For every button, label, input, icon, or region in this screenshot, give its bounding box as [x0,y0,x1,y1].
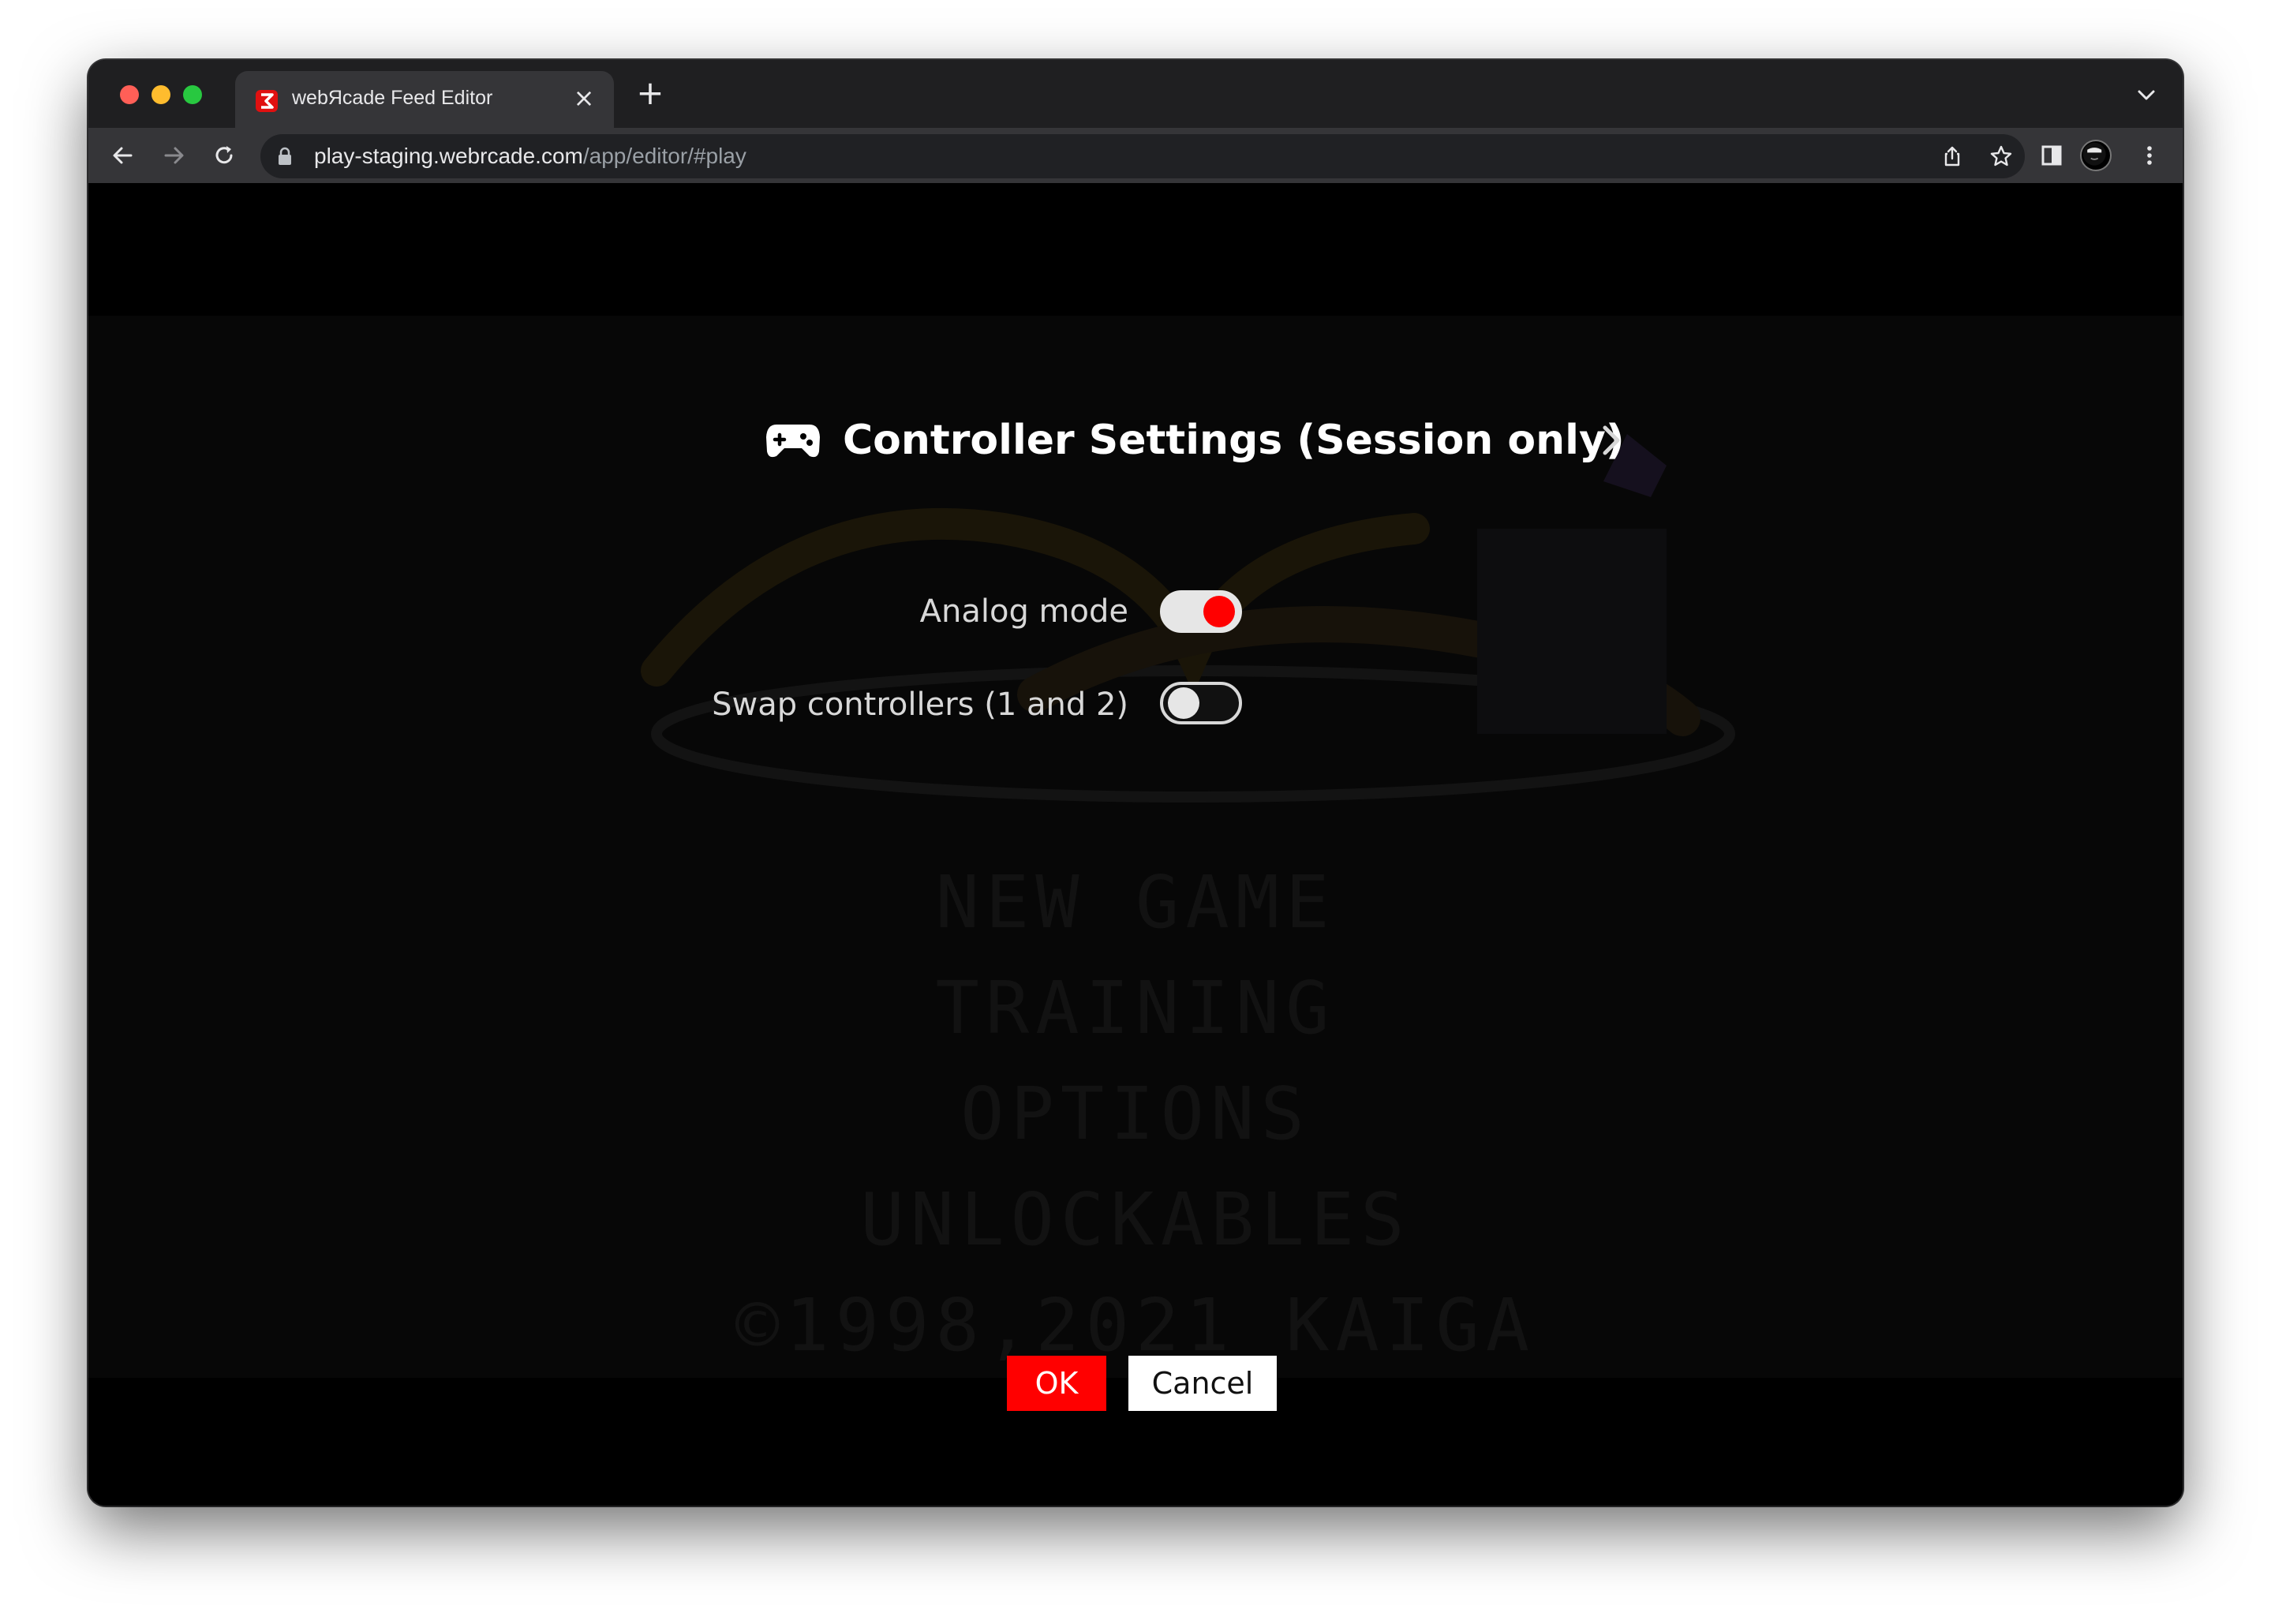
browser-toolbar: play-staging.webrcade.com/app/editor/#pl… [88,128,2183,183]
close-window-button[interactable] [120,85,139,104]
chevron-right-icon[interactable] [1597,421,1626,459]
analog-mode-toggle[interactable] [1160,590,1242,633]
game-menu-item: TRAINING [935,966,1336,1050]
minimize-window-button[interactable] [152,85,170,104]
browser-window: webЯcade Feed Editor × + play-staging.we… [88,60,2183,1506]
toggle-knob [1168,687,1199,719]
url-path: /app/editor/#play [582,144,746,168]
lock-icon[interactable] [276,147,294,166]
tab-list-chevron-icon[interactable] [2132,80,2161,109]
url-host: play-staging.webrcade.com [314,144,583,168]
more-menu-icon[interactable] [2135,141,2164,170]
game-menu-item: UNLOCKABLES [860,1177,1411,1262]
game-menu-item: OPTIONS [960,1072,1311,1156]
reload-icon[interactable] [210,141,238,170]
game-screen: NEW GAME TRAINING OPTIONS UNLOCKABLES ©1… [88,316,2183,1378]
url-text[interactable]: play-staging.webrcade.com/app/editor/#pl… [314,144,746,169]
swap-controllers-toggle[interactable] [1160,682,1242,724]
zoom-window-button[interactable] [183,85,202,104]
game-copyright: ©1998,2021 KAIGA [735,1283,1536,1368]
tab-close-icon[interactable]: × [570,84,598,112]
forward-icon[interactable] [159,141,188,170]
cancel-button[interactable]: Cancel [1128,1356,1277,1411]
game-menu-item: NEW GAME [935,860,1336,945]
page-content: NEW GAME TRAINING OPTIONS UNLOCKABLES ©1… [88,183,2183,1506]
tab-strip: webЯcade Feed Editor × + [88,60,2183,128]
new-tab-button[interactable]: + [633,76,668,110]
dialog-title: Controller Settings (Session only) [843,417,1625,464]
address-bar[interactable]: play-staging.webrcade.com/app/editor/#pl… [260,134,2025,178]
ok-button[interactable]: OK [1007,1356,1106,1411]
back-icon[interactable] [109,141,137,170]
share-icon[interactable] [1940,144,1965,169]
gamepad-icon [766,425,820,458]
profile-avatar-icon [2082,142,2106,166]
browser-tab[interactable]: webЯcade Feed Editor × [235,71,614,128]
profile-avatar[interactable] [2080,140,2112,171]
toggle-knob [1203,596,1235,627]
analog-mode-label: Analog mode [919,593,1128,630]
swap-controllers-label: Swap controllers (1 and 2) [712,687,1128,723]
game-title-logo-image [641,434,1735,803]
side-panel-icon[interactable] [2037,141,2066,170]
star-icon[interactable] [1989,144,2014,169]
tab-title: webЯcade Feed Editor [292,87,493,109]
webrcade-favicon-icon [256,90,278,112]
